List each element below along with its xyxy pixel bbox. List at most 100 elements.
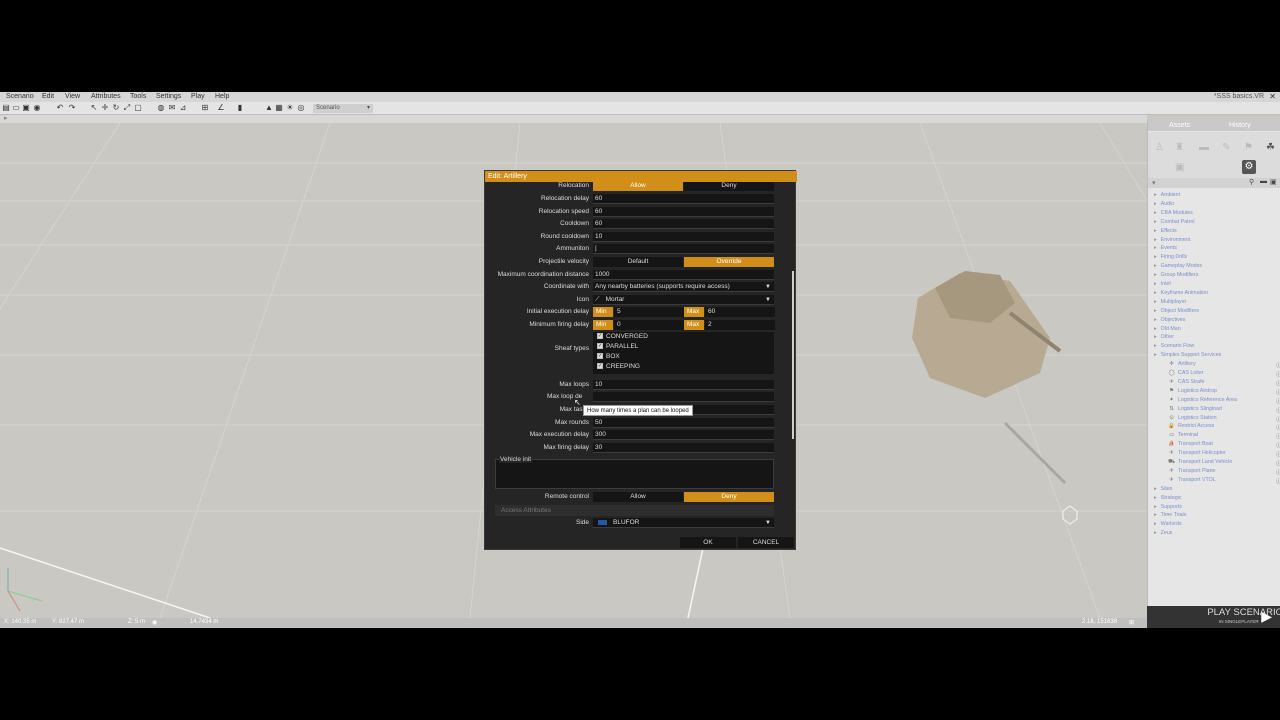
max-rounds-input[interactable]: 50 [593,418,774,428]
tree-category-item[interactable]: ▸ Intel [1154,281,1171,287]
expand-arrow-icon[interactable]: ▸ [1154,530,1157,536]
tree-category-item[interactable]: ▸ Ambient [1154,192,1180,198]
select-icon[interactable]: ↖ [90,104,98,112]
max-loops-input[interactable]: 10 [593,380,774,390]
area-icon[interactable]: ▢ [134,104,142,112]
projectile-override-button[interactable]: Override [684,257,774,267]
round-cooldown-input[interactable]: 10 [593,232,774,242]
tree-category-item[interactable]: ▸ Environment [1154,237,1190,243]
cancel-button[interactable]: CANCEL [738,537,794,548]
expand-arrow-icon[interactable]: ▸ [1154,237,1157,243]
menu-play[interactable]: Play [191,93,205,100]
expand-arrow-icon[interactable]: ▸ [1154,521,1157,527]
tree-category-item[interactable]: ▸ Effects [1154,228,1177,234]
tree-category-item[interactable]: ▸ Audio [1154,201,1174,207]
publish-icon[interactable]: ◉ [33,104,41,112]
tree-child-item[interactable]: ✛ ⓘ Artillery [1168,361,1280,369]
info-icon[interactable]: ⓘ [1276,361,1280,369]
tree-child-item[interactable]: ⛵ ⓘ Transport Boat [1168,441,1280,449]
tree-category-item[interactable]: ▸ Objectives [1154,317,1185,323]
info-icon[interactable]: ⓘ [1276,432,1280,440]
expand-arrow-icon[interactable]: ▸ [1154,254,1157,260]
vehicle-init-textarea[interactable]: Vehicle init [495,456,774,489]
remote-control-deny-button[interactable]: Deny [684,492,774,502]
tree-category-item[interactable]: ▸ Events [1154,245,1177,251]
tree-category-item[interactable]: ▸ Sites [1154,486,1172,492]
access-attributes-header[interactable]: Access Attributes [495,505,774,516]
sheaf-parallel-checkbox[interactable]: ✓ PARALLEL [597,342,638,352]
info-icon[interactable]: ⓘ [1276,397,1280,405]
sheaf-box-checkbox[interactable]: ✓ BOX [597,352,620,362]
asset-search[interactable]: ▾ ⚲ ▬ ▣ [1148,178,1280,188]
expand-arrow-icon[interactable]: ▸ [1154,290,1157,296]
map-icon[interactable]: ▦ [275,104,283,112]
menu-edit[interactable]: Edit [42,93,54,100]
relocation-allow-button[interactable]: Allow [593,182,683,191]
expand-arrow-icon[interactable]: ▸ [1154,245,1157,251]
info-icon[interactable]: ⓘ [1276,477,1280,485]
max-execution-delay-input[interactable]: 300 [593,430,774,440]
menu-settings[interactable]: Settings [156,93,181,100]
max-coordination-distance-input[interactable]: 1000 [593,270,774,280]
tree-category-item[interactable]: ▸ Keyframe Animation [1154,290,1208,296]
new-file-icon[interactable]: ▤ [2,104,10,112]
settings-gear-icon[interactable]: ⚙ [1242,160,1256,174]
ok-button[interactable]: OK [680,537,736,548]
tree-child-item[interactable]: ⇅ ⓘ Logistics Slingload [1168,406,1280,414]
icon-select[interactable]: ⟋ Mortar ▼ [593,295,774,305]
expand-arrow-icon[interactable]: ▸ [1154,272,1157,278]
open-folder-icon[interactable]: ▭ [12,104,20,112]
sun-icon[interactable]: ☀ [286,104,294,112]
firing-delay-max-input[interactable]: 2 [705,320,775,330]
tank-model[interactable] [912,271,1067,485]
markers-icon[interactable]: ▣ [1175,162,1184,173]
remote-control-allow-button[interactable]: Allow [593,492,683,502]
menu-tools[interactable]: Tools [130,93,146,100]
expand-arrow-icon[interactable]: ▸ [1154,326,1157,332]
tree-category-item[interactable]: ▸ Warlords [1154,521,1182,527]
menu-scenario[interactable]: Scenario [6,93,34,100]
collapse-all-icon[interactable]: ▬ [1260,178,1267,185]
modules-icon[interactable]: ☘ [1266,142,1275,153]
tree-category-item[interactable]: ▸ Old Man [1154,326,1181,332]
expand-arrow-icon[interactable]: ▸ [1154,192,1157,198]
info-icon[interactable]: ⓘ [1276,379,1280,387]
relocation-delay-input[interactable]: 60 [593,194,774,204]
play-scenario-button[interactable]: PLAY SCENARIO IN SINGLEPLAYER ▶ [1147,606,1280,628]
menu-view[interactable]: View [65,93,80,100]
angle-icon[interactable]: ∠ [217,104,225,112]
expand-arrow-icon[interactable]: ▸ [1154,486,1157,492]
redo-icon[interactable]: ↷ [68,104,76,112]
tree-child-item[interactable]: ▭ ⓘ Terminal [1168,432,1280,440]
tree-child-item[interactable]: ✈ ⓘ Transport VTOL [1168,477,1280,485]
expand-arrow-icon[interactable]: ▸ [1154,352,1157,358]
expand-arrow-icon[interactable]: ▸ [1154,308,1157,314]
trigger-icon[interactable]: ✎ [1222,142,1230,153]
chart-icon[interactable]: ⊿ [179,104,187,112]
tree-category-item[interactable]: ▸ Combat Patrol [1154,219,1195,225]
expand-arrow-icon[interactable]: ▸ [1154,281,1157,287]
firing-delay-min-input[interactable]: 0 [614,320,684,330]
tree-category-item[interactable]: ▸ Zeus [1154,530,1172,536]
terrain-icon[interactable]: ▲ [265,104,273,112]
side-select[interactable]: BLUFOR ▼ [593,518,774,528]
menu-help[interactable]: Help [215,93,229,100]
tab-history[interactable]: History [1229,122,1251,129]
expand-arrow-icon[interactable]: ▸ [1154,343,1157,349]
unit-icon[interactable]: ♙ [1155,142,1164,153]
tree-child-item[interactable]: ⚑ ⓘ Logistics Airdrop [1168,388,1280,396]
expand-all-icon[interactable]: ▣ [1270,178,1277,186]
vision-icon[interactable]: ◎ [297,104,305,112]
info-icon[interactable]: ⓘ [1276,459,1280,467]
info-icon[interactable]: ⓘ [1276,388,1280,396]
projectile-default-button[interactable]: Default [593,257,683,267]
tree-child-item[interactable]: ⛟ ⓘ Transport Land Vehicle [1168,459,1280,467]
scale-icon[interactable]: ⤢ [123,104,131,112]
max-firing-delay-input[interactable]: 30 [593,443,774,453]
collapse-icon[interactable]: ▸ [4,114,8,122]
scenario-dropdown[interactable]: Scenario ▾ [313,104,373,113]
expand-arrow-icon[interactable]: ▸ [1154,210,1157,216]
tree-category-item[interactable]: ▸ Firing Drills [1154,254,1187,260]
tree-category-item[interactable]: ▸ Other [1154,334,1174,340]
waypoint-icon[interactable]: ⚑ [1244,142,1253,153]
